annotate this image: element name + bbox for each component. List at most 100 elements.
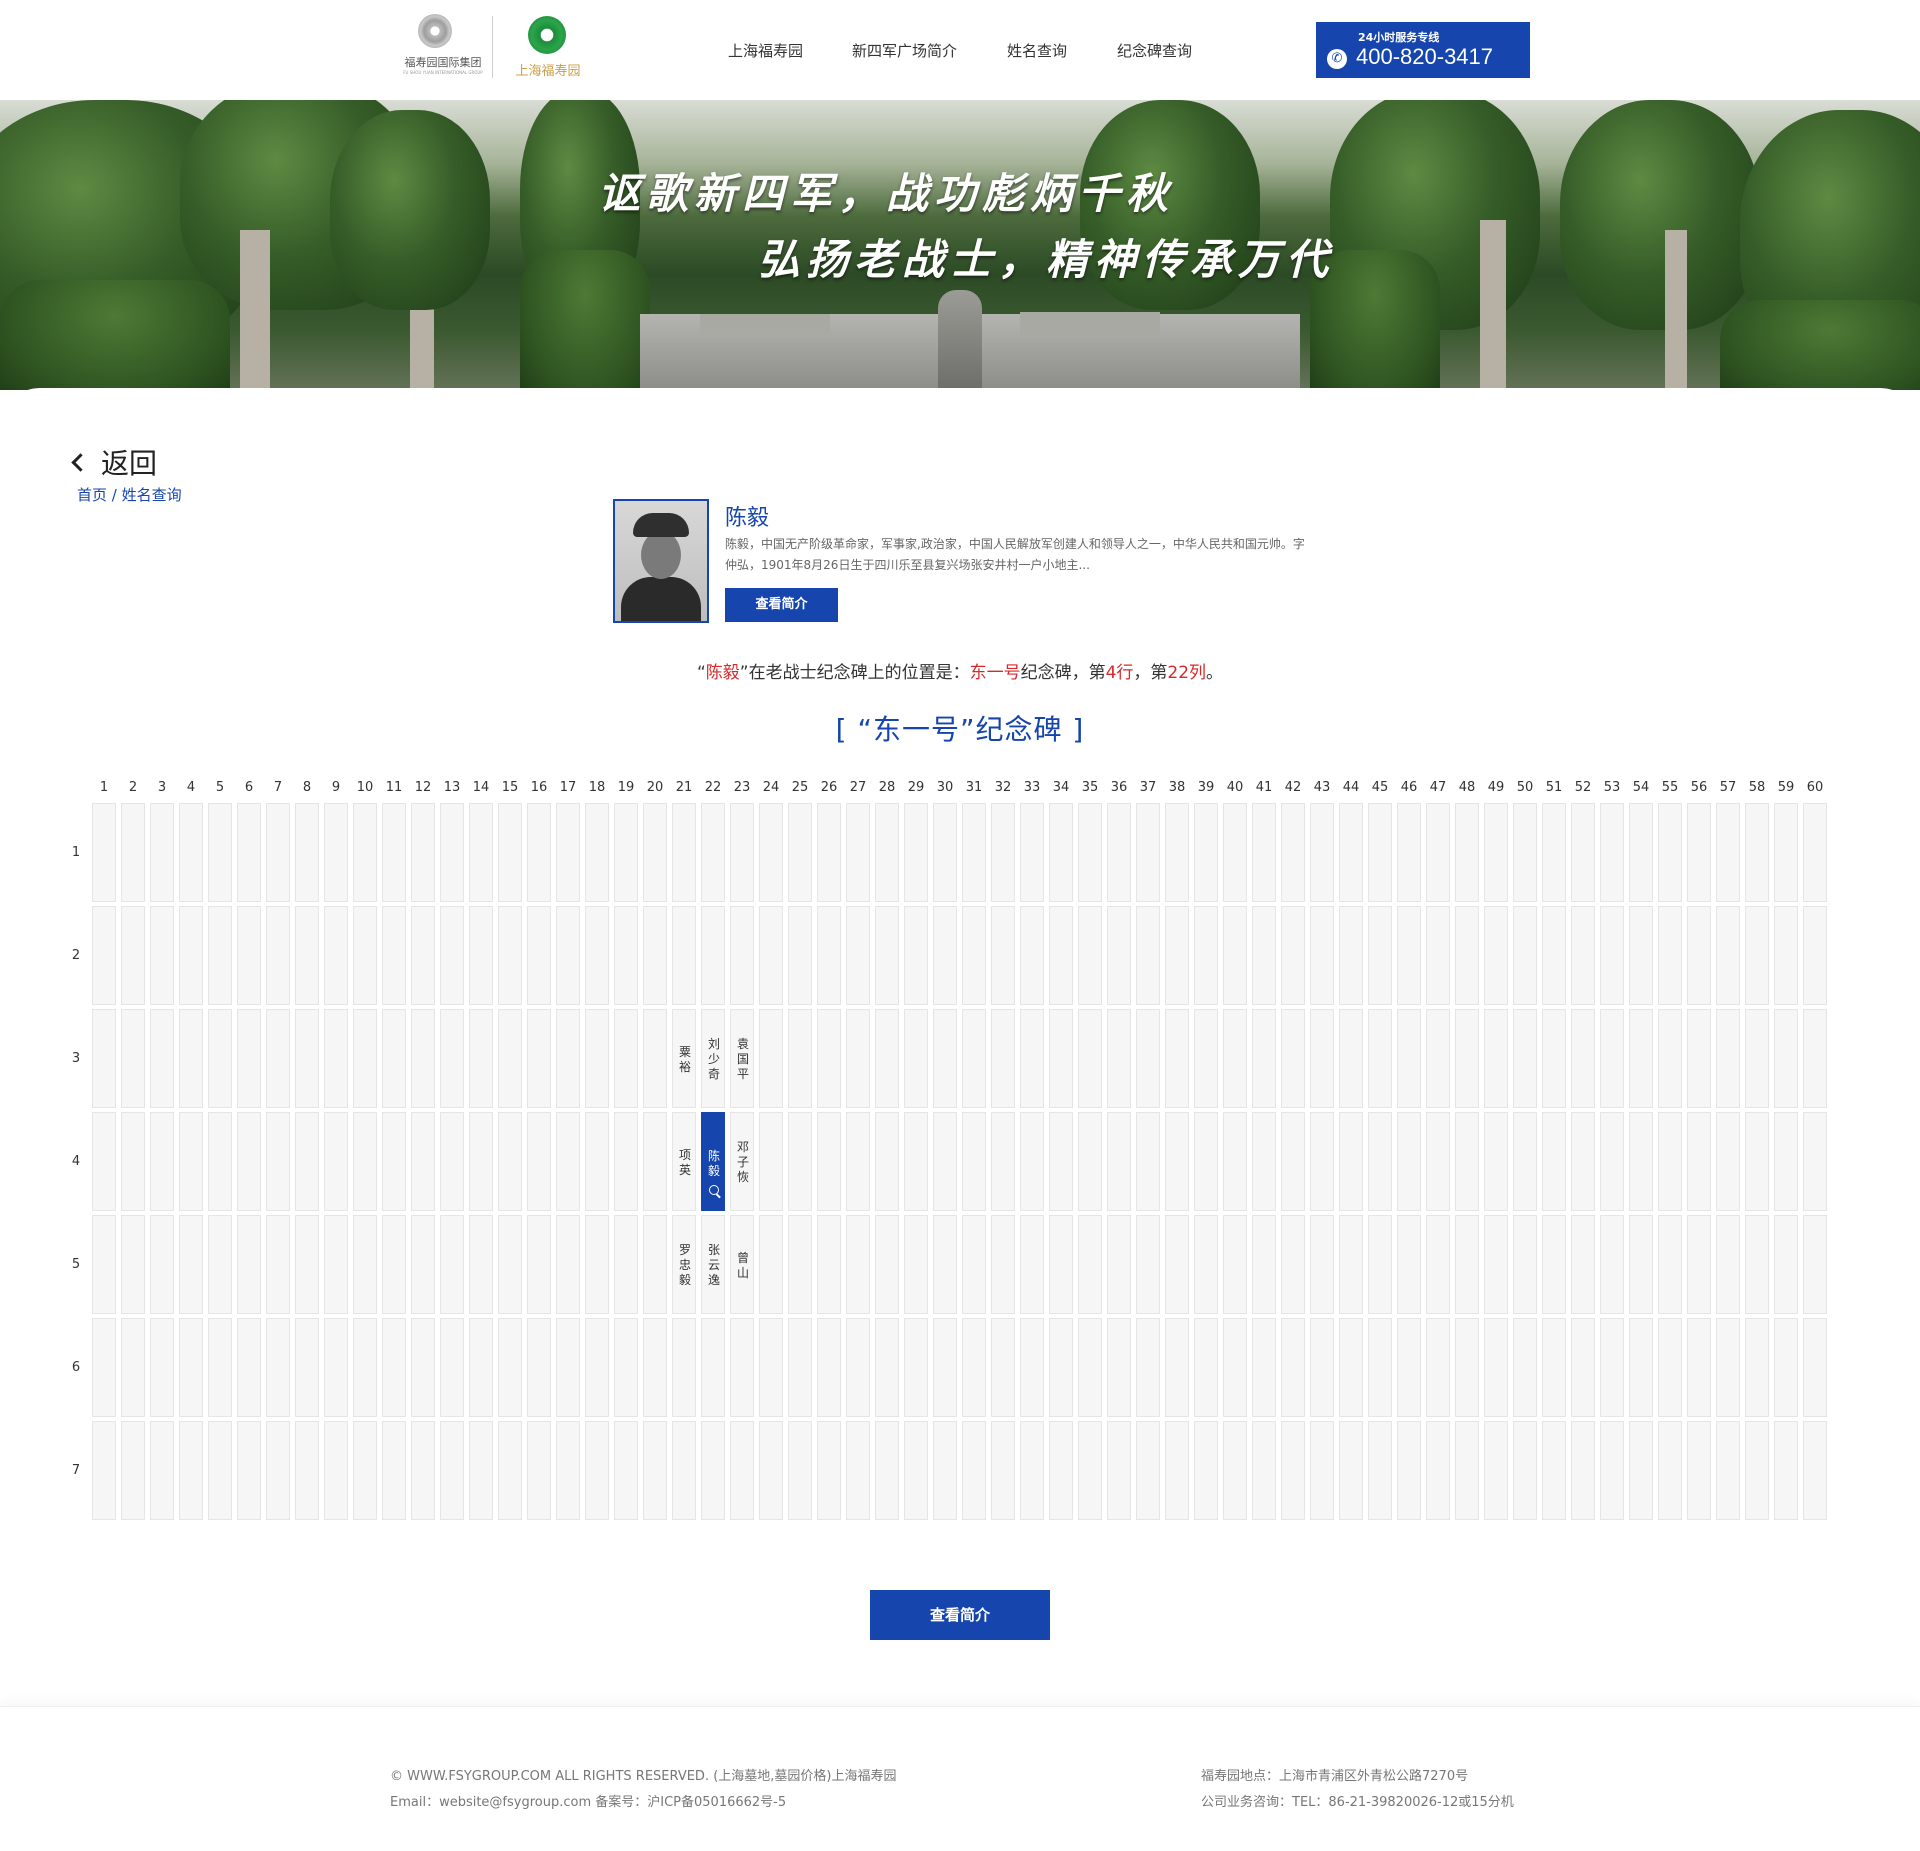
hotline-box[interactable]: 24小时服务专线 ✆ 400-820-3417 — [1316, 22, 1530, 78]
logo-group-name: 福寿园国际集团 — [404, 56, 482, 69]
grid-cell-empty — [1020, 1215, 1044, 1314]
location-text-3: ，第 — [1133, 663, 1168, 683]
grid-cell-empty — [1716, 1009, 1740, 1108]
grid-cell-empty — [991, 1215, 1015, 1314]
grid-cell-empty — [933, 1112, 957, 1211]
grid-cell-empty — [1252, 1112, 1276, 1211]
grid-cell-empty — [1803, 803, 1827, 902]
nav-item-fsy[interactable]: 上海福寿园 — [728, 40, 803, 61]
grid-cell-empty — [1310, 1215, 1334, 1314]
grid-cell-empty — [121, 1318, 145, 1417]
column-label: 37 — [1139, 780, 1157, 795]
grid-cell-empty — [1716, 1421, 1740, 1520]
grid-cell-name[interactable]: 邓子恢 — [730, 1112, 754, 1211]
grid-cell-empty — [614, 1421, 638, 1520]
grid-cell-empty — [1629, 1215, 1653, 1314]
grid-cell-empty — [1658, 1112, 1682, 1211]
grid-cell-empty — [1194, 1112, 1218, 1211]
grid-cell-empty — [846, 1421, 870, 1520]
grid-cell-empty — [933, 1215, 957, 1314]
grid-cell-empty — [1049, 1215, 1073, 1314]
column-label: 8 — [302, 780, 312, 795]
grid-cell-empty — [1745, 1421, 1769, 1520]
footer-email: Email：website@fsygroup.com 备案号：沪ICP备0501… — [390, 1795, 787, 1810]
nav-item-n4a-intro[interactable]: 新四军广场简介 — [852, 40, 957, 61]
column-label: 27 — [849, 780, 867, 795]
row-label: 6 — [71, 1360, 81, 1375]
grid-cell-empty — [266, 1009, 290, 1108]
back-button[interactable]: 返回 — [71, 442, 158, 482]
grid-cell-name[interactable]: 罗忠毅 — [672, 1215, 696, 1314]
row-label: 1 — [71, 845, 81, 860]
grid-cell-empty — [933, 1421, 957, 1520]
grid-cell-name[interactable]: 刘少奇 — [701, 1009, 725, 1108]
grid-cell-empty — [324, 1421, 348, 1520]
grid-cell-empty — [1136, 1421, 1160, 1520]
grid-cell-empty — [1194, 803, 1218, 902]
banner-hedge — [0, 280, 230, 390]
hotline-number: 400-820-3417 — [1356, 44, 1494, 69]
grid-cell-empty — [759, 1318, 783, 1417]
grid-cell-empty — [150, 1318, 174, 1417]
grid-cell-empty — [1368, 906, 1392, 1005]
nav-item-monument-search[interactable]: 纪念碑查询 — [1117, 40, 1192, 61]
grid-cell-name[interactable]: 粟裕 — [672, 1009, 696, 1108]
view-bio-button[interactable]: 查看简介 — [725, 588, 838, 622]
grid-cell-empty — [788, 1421, 812, 1520]
grid-cell-empty — [353, 1009, 377, 1108]
grid-cell-active[interactable]: 陈毅 — [701, 1112, 725, 1211]
grid-cell-empty — [1513, 1421, 1537, 1520]
column-label: 60 — [1806, 780, 1824, 795]
grid-cell-empty — [1397, 1009, 1421, 1108]
grid-cell-empty — [1281, 1215, 1305, 1314]
grid-cell-empty — [208, 1112, 232, 1211]
shanghai-fsy-logo[interactable]: 上海福寿园 — [510, 14, 590, 84]
grid-cell-empty — [266, 1421, 290, 1520]
grid-cell-empty — [817, 1318, 841, 1417]
grid-cell-label: 罗忠毅 — [678, 1243, 691, 1287]
grid-cell-empty — [382, 1215, 406, 1314]
grid-cell-empty — [1716, 803, 1740, 902]
grid-cell-empty — [904, 1318, 928, 1417]
grid-cell-empty — [469, 803, 493, 902]
grid-cell-empty — [1774, 1112, 1798, 1211]
search-icon — [709, 1185, 719, 1195]
grid-cell-empty — [614, 803, 638, 902]
grid-cell-name[interactable]: 袁国平 — [730, 1009, 754, 1108]
back-label: 返回 — [101, 447, 158, 480]
banner-trunk — [1665, 230, 1687, 390]
grid-cell-empty — [1049, 906, 1073, 1005]
grid-cell-empty — [1455, 906, 1479, 1005]
breadcrumb[interactable]: 首页 / 姓名查询 — [77, 484, 182, 505]
grid-cell-empty — [1397, 1112, 1421, 1211]
grid-cell-empty — [1484, 1421, 1508, 1520]
grid-cell-name[interactable]: 曾山 — [730, 1215, 754, 1314]
grid-cell-name[interactable]: 张云逸 — [701, 1215, 725, 1314]
grid-cell-empty — [1571, 906, 1595, 1005]
grid-cell-empty — [1687, 906, 1711, 1005]
column-label: 43 — [1313, 780, 1331, 795]
column-label: 34 — [1052, 780, 1070, 795]
grid-cell-empty — [353, 803, 377, 902]
grid-cell-empty — [527, 1009, 551, 1108]
grid-cell-name[interactable]: 项英 — [672, 1112, 696, 1211]
grid-cell-empty — [1745, 803, 1769, 902]
grid-cell-empty — [1078, 1112, 1102, 1211]
column-label: 12 — [414, 780, 432, 795]
grid-cell-empty — [1687, 1318, 1711, 1417]
grid-cell-empty — [1223, 1112, 1247, 1211]
grid-cell-empty — [1745, 1009, 1769, 1108]
grid-cell-empty — [701, 906, 725, 1005]
grid-cell-empty — [1397, 803, 1421, 902]
column-label: 11 — [385, 780, 403, 795]
grid-cell-empty — [295, 1112, 319, 1211]
grid-cell-empty — [411, 1009, 435, 1108]
grid-cell-empty — [1281, 906, 1305, 1005]
grid-cell-empty — [1368, 1318, 1392, 1417]
fsy-group-logo[interactable]: 福寿园国际集团 FU SHOU YUAN INTERNATIONAL GROUP — [388, 14, 498, 84]
nav-item-name-search[interactable]: 姓名查询 — [1007, 40, 1067, 61]
view-bio-bottom-button[interactable]: 查看简介 — [870, 1590, 1050, 1640]
grid-cell-empty — [1281, 1421, 1305, 1520]
grid-cell-empty — [1774, 1421, 1798, 1520]
grid-cell-empty — [1397, 1318, 1421, 1417]
